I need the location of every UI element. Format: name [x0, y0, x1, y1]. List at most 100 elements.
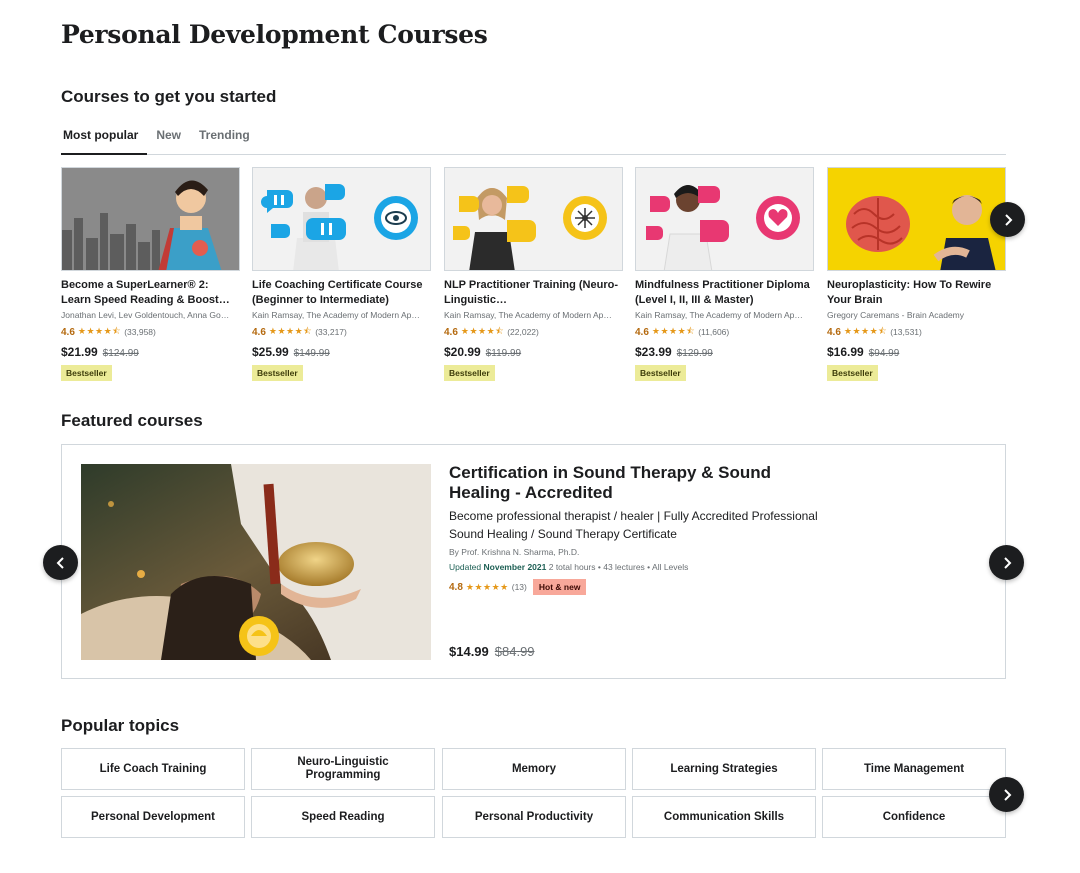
topic-confidence[interactable]: Confidence — [822, 796, 1006, 838]
carousel-next-button[interactable] — [990, 202, 1025, 237]
original-price: $129.99 — [676, 348, 713, 359]
featured-next-button[interactable] — [989, 545, 1024, 580]
rating-count: (33,958) — [124, 327, 156, 337]
tab-most-popular[interactable]: Most popular — [61, 124, 148, 155]
current-price: $14.99 — [449, 644, 489, 659]
course-card[interactable]: Become a SuperLearner® 2: Learn Speed Re… — [61, 167, 240, 381]
topic-memory[interactable]: Memory — [442, 748, 626, 790]
tab-trending[interactable]: Trending — [190, 124, 259, 155]
rating-value: 4.6 — [827, 326, 841, 338]
original-price: $124.99 — [102, 348, 139, 359]
course-thumbnail[interactable] — [827, 167, 1006, 271]
star-rating-icon: ★★★★⯪ — [460, 326, 505, 336]
course-tabs: Most popular New Trending — [61, 124, 1006, 155]
current-price: $25.99 — [252, 345, 289, 359]
original-price: $94.99 — [868, 348, 900, 359]
bestseller-badge: Bestseller — [444, 365, 495, 381]
rating-value: 4.8 — [449, 581, 463, 593]
course-price: $20.99 $119.99 — [444, 345, 623, 359]
course-price: $23.99 $129.99 — [635, 345, 814, 359]
course-thumbnail[interactable] — [444, 167, 623, 271]
topic-time-management[interactable]: Time Management — [822, 748, 1006, 790]
featured-course-image[interactable] — [81, 464, 431, 660]
chevron-right-icon — [1004, 213, 1012, 226]
topic-life-coach-training[interactable]: Life Coach Training — [61, 748, 245, 790]
course-price: $25.99 $149.99 — [252, 345, 431, 359]
course-price: $16.99 $94.99 — [827, 345, 1006, 359]
course-thumbnail[interactable] — [252, 167, 431, 271]
course-author: Gregory Caremans - Brain Academy — [827, 310, 964, 320]
bestseller-badge: Bestseller — [827, 365, 878, 381]
current-price: $20.99 — [444, 345, 481, 359]
course-price: $21.99 $124.99 — [61, 345, 240, 359]
featured-course-author: By Prof. Krishna N. Sharma, Ph.D. — [449, 547, 580, 557]
rating-value: 4.6 — [444, 326, 458, 338]
course-title[interactable]: Neuroplasticity: How To Rewire Your Brai… — [827, 278, 1006, 308]
rating-count: (33,217) — [315, 327, 347, 337]
topic-neuro-linguistic-programming[interactable]: Neuro-Linguistic Programming — [251, 748, 435, 790]
rating-count: (11,606) — [698, 327, 730, 337]
rating-count: (13,531) — [890, 327, 922, 337]
page-title: Personal Development Courses — [61, 20, 488, 49]
course-author: Kain Ramsay, The Academy of Modern Ap… — [444, 310, 612, 320]
rating-value: 4.6 — [635, 326, 649, 338]
original-price: $119.99 — [485, 348, 522, 359]
updated-label: Updated — [449, 562, 482, 572]
bestseller-badge: Bestseller — [635, 365, 686, 381]
original-price: $149.99 — [293, 348, 330, 359]
course-details: 2 total hours • 43 lectures • All Levels — [548, 562, 689, 572]
tab-new[interactable]: New — [147, 124, 190, 155]
course-rating: 4.6 ★★★★⯪ (33,217) — [252, 324, 431, 340]
topic-communication-skills[interactable]: Communication Skills — [632, 796, 816, 838]
star-rating-icon: ★★★★⯪ — [843, 326, 888, 336]
topics-section-title: Popular topics — [61, 716, 180, 735]
rating-value: 4.6 — [252, 326, 266, 338]
course-title[interactable]: Mindfulness Practitioner Diploma (Level … — [635, 278, 814, 308]
topic-speed-reading[interactable]: Speed Reading — [251, 796, 435, 838]
course-author: Jonathan Levi, Lev Goldentouch, Anna Go… — [61, 310, 230, 320]
rating-count: (22,022) — [507, 327, 539, 337]
rating-value: 4.6 — [61, 326, 75, 338]
featured-course-price: $14.99 $84.99 — [449, 644, 535, 659]
started-section-title: Courses to get you started — [61, 87, 277, 106]
course-card[interactable]: NLP Practitioner Training (Neuro-Linguis… — [444, 167, 623, 381]
rating-count: (13) — [511, 582, 527, 592]
star-rating-icon: ★★★★⯪ — [77, 326, 122, 336]
featured-course-description: Become professional therapist / healer |… — [449, 509, 818, 541]
updated-date: November 2021 — [483, 562, 547, 572]
bestseller-badge: Bestseller — [61, 365, 112, 381]
star-rating-icon: ★★★★⯪ — [651, 326, 696, 336]
course-card[interactable]: Life Coaching Certificate Course (Beginn… — [252, 167, 431, 381]
course-author: Kain Ramsay, The Academy of Modern Ap… — [635, 310, 803, 320]
topic-personal-development[interactable]: Personal Development — [61, 796, 245, 838]
topic-personal-productivity[interactable]: Personal Productivity — [442, 796, 626, 838]
bestseller-badge: Bestseller — [252, 365, 303, 381]
course-title[interactable]: NLP Practitioner Training (Neuro-Linguis… — [444, 278, 623, 308]
course-rating: 4.6 ★★★★⯪ (33,958) — [61, 324, 240, 340]
featured-course-card[interactable]: Certification in Sound Therapy & Sound H… — [61, 444, 1006, 679]
course-card[interactable]: Mindfulness Practitioner Diploma (Level … — [635, 167, 814, 381]
course-card[interactable]: Neuroplasticity: How To Rewire Your Brai… — [827, 167, 1006, 381]
topics-next-button[interactable] — [989, 777, 1024, 812]
featured-prev-button[interactable] — [43, 545, 78, 580]
hot-and-new-badge: Hot & new — [532, 579, 587, 595]
chevron-right-icon — [1003, 556, 1011, 569]
star-rating-icon: ★★★★⯪ — [268, 326, 313, 336]
course-carousel: Become a SuperLearner® 2: Learn Speed Re… — [61, 167, 1011, 382]
star-rating-icon: ★★★★★ — [465, 581, 509, 592]
course-rating: 4.6 ★★★★⯪ (22,022) — [444, 324, 623, 340]
course-rating: 4.6 ★★★★⯪ (11,606) — [635, 324, 814, 340]
chevron-right-icon — [1003, 788, 1011, 801]
course-thumbnail[interactable] — [635, 167, 814, 271]
original-price: $84.99 — [494, 644, 535, 659]
featured-course-title[interactable]: Certification in Sound Therapy & Sound H… — [449, 463, 829, 503]
topic-learning-strategies[interactable]: Learning Strategies — [632, 748, 816, 790]
course-title[interactable]: Become a SuperLearner® 2: Learn Speed Re… — [61, 278, 240, 308]
featured-course-meta: Updated November 2021 2 total hours • 43… — [449, 562, 829, 572]
course-title[interactable]: Life Coaching Certificate Course (Beginn… — [252, 278, 431, 308]
course-thumbnail[interactable] — [61, 167, 240, 271]
current-price: $21.99 — [61, 345, 98, 359]
popular-topics-grid: Life Coach Training Neuro-Linguistic Pro… — [61, 748, 1006, 840]
featured-section-title: Featured courses — [61, 411, 203, 430]
current-price: $23.99 — [635, 345, 672, 359]
